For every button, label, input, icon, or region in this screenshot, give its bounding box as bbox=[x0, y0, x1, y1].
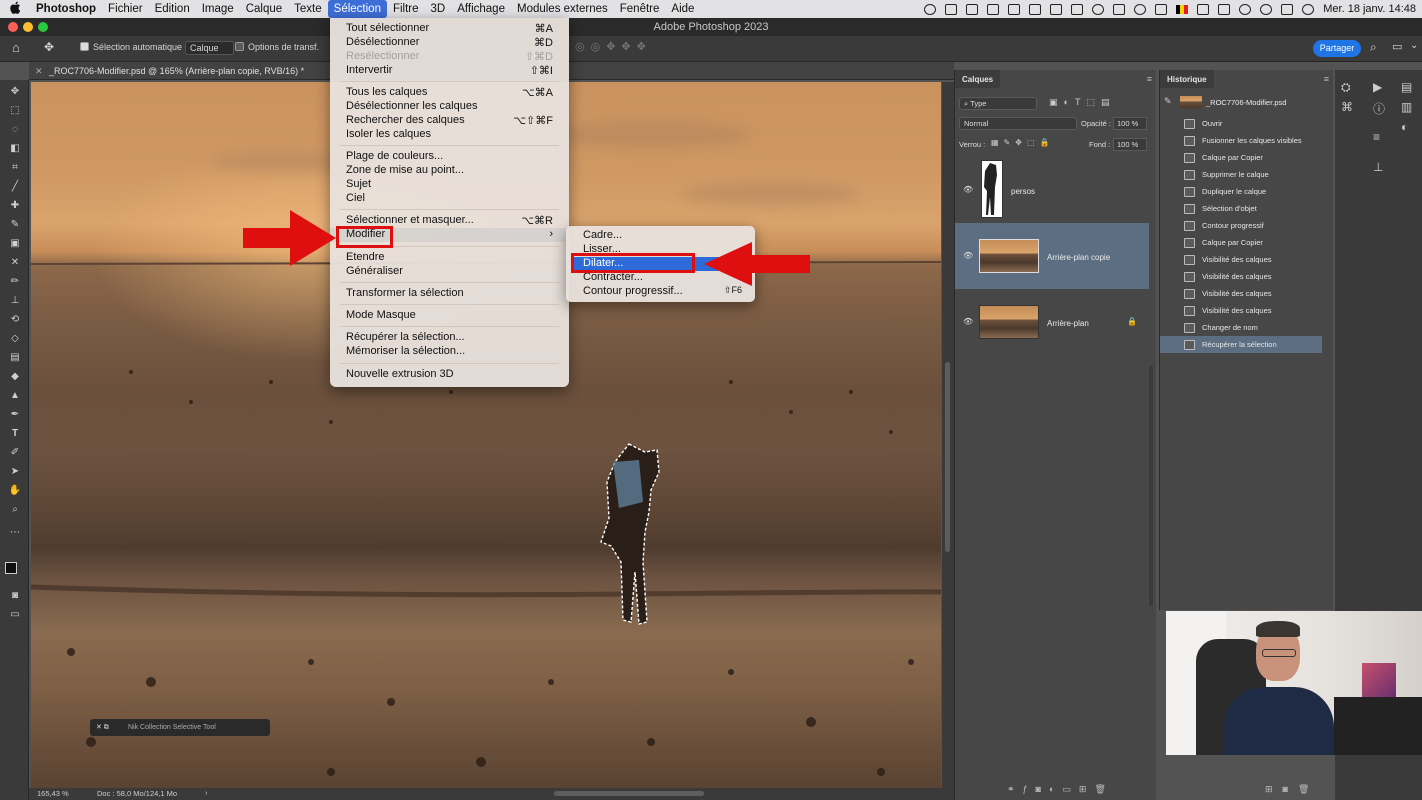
photoshop-window: { "menubar": { "apple": "", "items": ["P… bbox=[0, 0, 1422, 800]
red-arrow-right bbox=[243, 210, 336, 266]
highlight-box-modifier bbox=[336, 226, 393, 248]
highlight-box-dilater bbox=[571, 253, 695, 273]
red-arrow-left bbox=[704, 242, 810, 286]
annotation-layer bbox=[243, 210, 810, 286]
